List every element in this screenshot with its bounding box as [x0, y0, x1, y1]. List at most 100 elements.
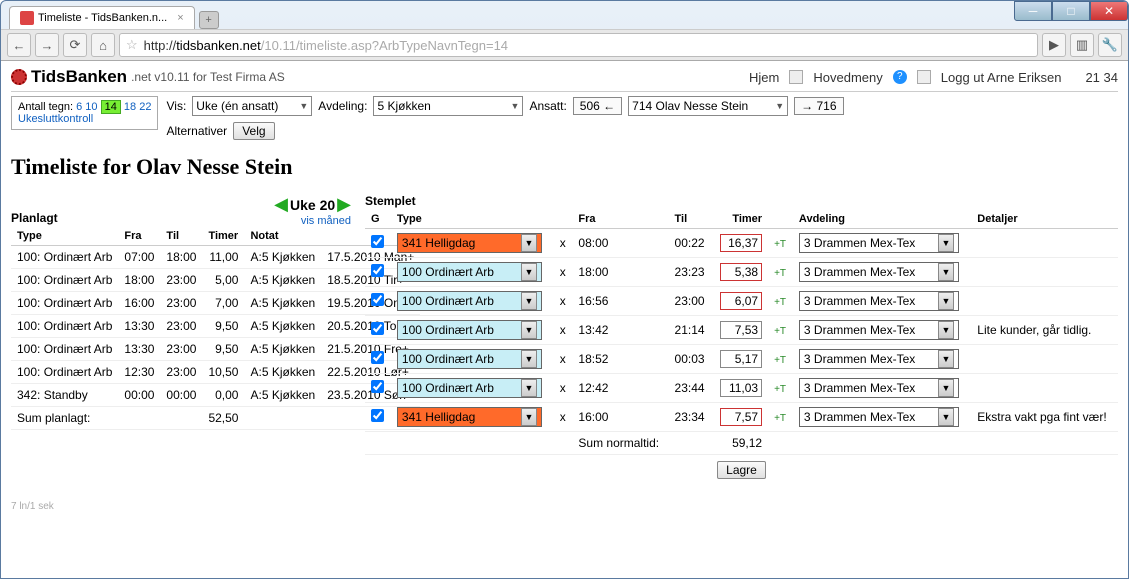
tegn-10[interactable]: 10 [85, 101, 97, 113]
chevron-down-icon[interactable]: ▼ [521, 263, 537, 281]
avdeling-select[interactable]: 3 Drammen Mex-Tex▼ [799, 349, 959, 369]
chevron-down-icon[interactable]: ▼ [938, 350, 954, 368]
tegn-22[interactable]: 22 [139, 101, 151, 113]
add-row-button[interactable]: +T [774, 384, 786, 395]
add-row-button[interactable]: +T [774, 355, 786, 366]
plan-til: 23:00 [160, 361, 202, 384]
tegn-14[interactable]: 14 [101, 100, 121, 114]
chevron-down-icon[interactable]: ▼ [521, 350, 537, 368]
type-select[interactable]: 341 Helligdag▼ [397, 407, 542, 427]
avdeling-select[interactable]: 5 Kjøkken▼ [373, 96, 523, 116]
timer-input[interactable]: 6,07 [720, 292, 762, 310]
tab-close-icon[interactable]: × [177, 12, 183, 24]
add-row-button[interactable]: +T [774, 268, 786, 279]
type-select[interactable]: 100 Ordinært Arb▼ [397, 291, 542, 311]
chevron-down-icon[interactable]: ▼ [938, 321, 954, 339]
minimize-button[interactable]: ─ [1014, 1, 1052, 21]
godkjent-checkbox[interactable] [371, 235, 384, 248]
add-row-button[interactable]: +T [774, 413, 786, 424]
maximize-button[interactable]: □ [1052, 1, 1090, 21]
help-icon[interactable]: ? [893, 70, 907, 84]
type-select[interactable]: 100 Ordinært Arb▼ [397, 378, 542, 398]
type-select[interactable]: 341 Helligdag▼ [397, 233, 542, 253]
back-button[interactable]: ← [7, 33, 31, 57]
type-select[interactable]: 100 Ordinært Arb▼ [397, 349, 542, 369]
legend-label: Antall tegn: [18, 101, 73, 113]
table-row: 100 Ordinært Arb▼ x 18:00 23:23 5,38 +T … [365, 258, 1118, 287]
page-menu-button[interactable]: ▥ [1070, 33, 1094, 57]
type-select[interactable]: 100 Ordinært Arb▼ [397, 262, 542, 282]
chevron-down-icon[interactable]: ▼ [938, 263, 954, 281]
chevron-down-icon[interactable]: ▼ [938, 234, 954, 252]
plan-timer: 10,50 [202, 361, 244, 384]
chevron-down-icon[interactable]: ▼ [521, 408, 537, 426]
plan-til: 23:00 [160, 315, 202, 338]
go-button[interactable]: ▶ [1042, 33, 1066, 57]
plan-timer: 9,50 [202, 315, 244, 338]
godkjent-checkbox[interactable] [371, 322, 384, 335]
table-row: 100: Ordinært Arb 07:00 18:00 11,00 A:5 … [11, 246, 420, 269]
godkjent-checkbox[interactable] [371, 351, 384, 364]
close-button[interactable]: ✕ [1090, 1, 1128, 21]
forward-button[interactable]: → [35, 33, 59, 57]
chevron-down-icon[interactable]: ▼ [938, 292, 954, 310]
add-row-button[interactable]: +T [774, 326, 786, 337]
ukesluttkontroll-link[interactable]: Ukesluttkontroll [18, 113, 93, 125]
logout-link[interactable]: Logg ut Arne Eriksen [941, 70, 1062, 85]
hovedmeny-link[interactable]: Hovedmeny [813, 70, 882, 85]
tegn-18[interactable]: 18 [124, 101, 136, 113]
chevron-down-icon[interactable]: ▼ [938, 408, 954, 426]
add-row-button[interactable]: +T [774, 297, 786, 308]
prev-week-button[interactable]: ◀ [274, 194, 288, 215]
chevron-down-icon[interactable]: ▼ [521, 234, 537, 252]
timer-input[interactable]: 16,37 [720, 234, 762, 252]
godkjent-checkbox[interactable] [371, 409, 384, 422]
browser-tab[interactable]: Timeliste - TidsBanken.n... × [9, 6, 195, 29]
timer-input[interactable]: 7,57 [720, 408, 762, 426]
chevron-down-icon[interactable]: ▼ [521, 321, 537, 339]
planlagt-section: Planlagt ◀ Uke 20 ▶ vis måned Type [11, 194, 351, 430]
velg-button[interactable]: Velg [233, 122, 274, 140]
avdeling-select[interactable]: 3 Drammen Mex-Tex▼ [799, 291, 959, 311]
url-bar[interactable]: ☆ http://tidsbanken.net/10.11/timeliste.… [119, 33, 1038, 57]
new-tab-button[interactable]: + [199, 11, 219, 29]
avdeling-select[interactable]: 3 Drammen Mex-Tex▼ [799, 378, 959, 398]
plan-type: 100: Ordinært Arb [11, 338, 118, 361]
plan-notat: A:5 Kjøkken [244, 246, 321, 269]
avdeling-select[interactable]: 3 Drammen Mex-Tex▼ [799, 320, 959, 340]
prev-ansatt-button[interactable]: 506 ← [573, 97, 622, 115]
chevron-down-icon[interactable]: ▼ [521, 292, 537, 310]
avdeling-select[interactable]: 3 Drammen Mex-Tex▼ [799, 233, 959, 253]
godkjent-checkbox[interactable] [371, 380, 384, 393]
avdeling-select[interactable]: 3 Drammen Mex-Tex▼ [799, 407, 959, 427]
add-row-button[interactable]: +T [774, 239, 786, 250]
brand-company: for Test Firma AS [190, 70, 285, 84]
wrench-button[interactable]: 🔧 [1098, 33, 1122, 57]
footer-note: 7 ln/1 sek [11, 501, 1118, 512]
godkjent-checkbox[interactable] [371, 264, 384, 277]
home-button[interactable]: ⌂ [91, 33, 115, 57]
timer-input[interactable]: 11,03 [720, 379, 762, 397]
timer-input[interactable]: 5,38 [720, 263, 762, 281]
hjem-link[interactable]: Hjem [749, 70, 779, 85]
timer-input[interactable]: 5,17 [720, 350, 762, 368]
vis-label: Vis: [166, 99, 186, 113]
ansatt-select[interactable]: 714 Olav Nesse Stein▼ [628, 96, 788, 116]
reload-button[interactable]: ⟳ [63, 33, 87, 57]
avdeling-select[interactable]: 3 Drammen Mex-Tex▼ [799, 262, 959, 282]
godkjent-checkbox[interactable] [371, 293, 384, 306]
lagre-button[interactable]: Lagre [717, 461, 766, 479]
col-type: Type [11, 227, 118, 246]
tegn-6[interactable]: 6 [76, 101, 82, 113]
star-icon[interactable]: ☆ [126, 37, 138, 53]
chevron-down-icon[interactable]: ▼ [938, 379, 954, 397]
chevron-down-icon[interactable]: ▼ [521, 379, 537, 397]
next-week-button[interactable]: ▶ [337, 194, 351, 215]
timer-input[interactable]: 7,53 [720, 321, 762, 339]
vis-select[interactable]: Uke (én ansatt)▼ [192, 96, 312, 116]
vis-maned-link[interactable]: vis måned [274, 215, 351, 227]
next-ansatt-button[interactable]: → 716 [794, 97, 843, 115]
plan-timer: 5,00 [202, 269, 244, 292]
type-select[interactable]: 100 Ordinært Arb▼ [397, 320, 542, 340]
table-row: 100 Ordinært Arb▼ x 12:42 23:44 11,03 +T… [365, 374, 1118, 403]
